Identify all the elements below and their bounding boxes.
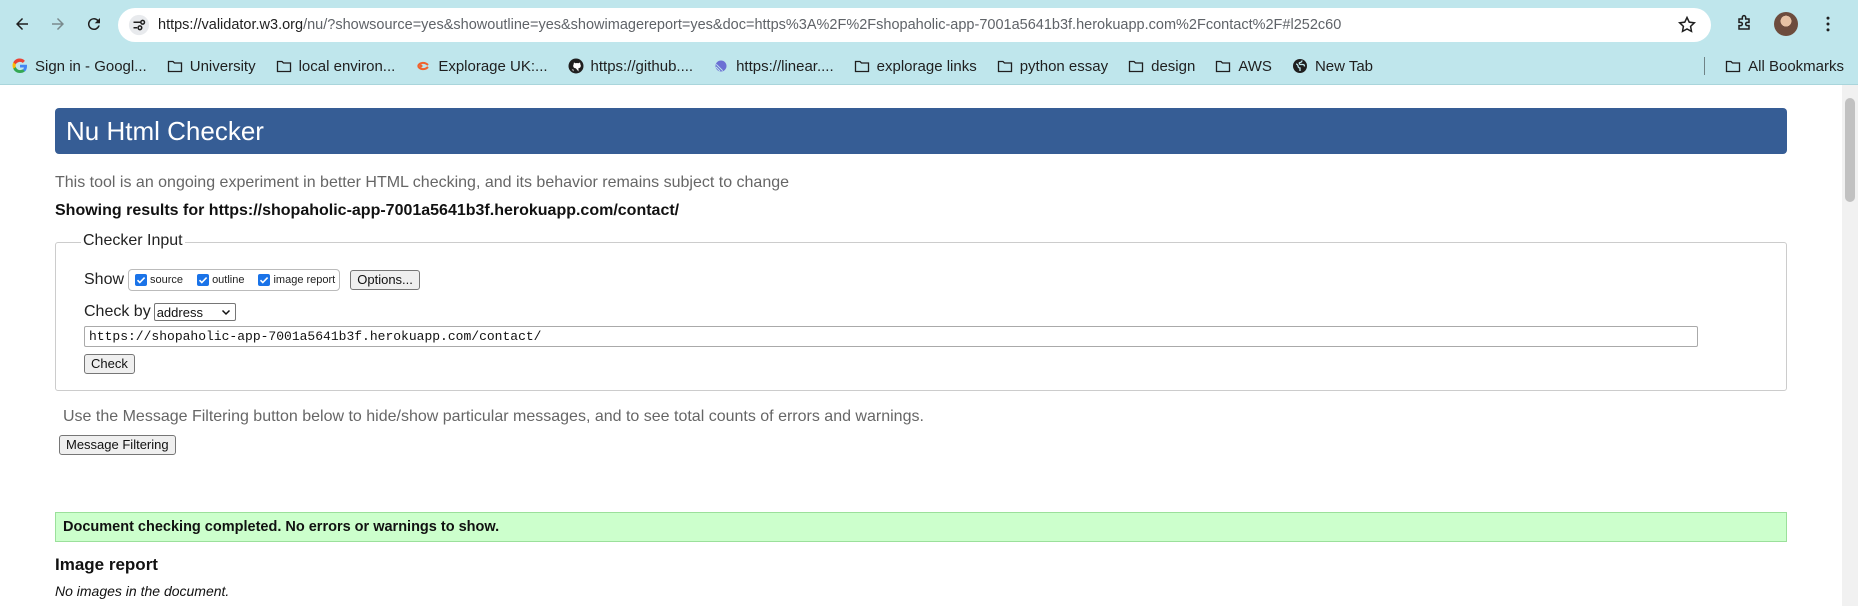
page-content: Nu Html Checker This tool is an ongoing … [0, 85, 1842, 606]
reload-icon [87, 18, 100, 31]
url-text[interactable]: https://validator.w3.org/nu/?showsource=… [158, 17, 1658, 33]
message-filter-note: Use the Message Filtering button below t… [63, 408, 924, 425]
folder-icon [1128, 58, 1144, 74]
message-filtering-button[interactable]: Message Filtering [59, 435, 176, 455]
page-title: Nu Html Checker [55, 108, 1787, 154]
address-bar[interactable]: https://validator.w3.org/nu/?showsource=… [118, 8, 1711, 42]
github-icon [568, 58, 584, 74]
folder-icon [1725, 58, 1741, 74]
document-address-input[interactable]: https://shopaholic-app-7001a5641b3f.hero… [84, 326, 1698, 347]
all-bookmarks-button[interactable]: All Bookmarks [1717, 53, 1852, 79]
check-by-selected-value: address [156, 304, 203, 320]
puzzle-icon [1738, 14, 1750, 30]
options-button[interactable]: Options... [350, 270, 420, 290]
check-by-label: Check by [84, 303, 151, 320]
scrollbar-thumb[interactable] [1845, 98, 1855, 202]
bookmarks-divider [1704, 57, 1706, 75]
profile-button[interactable] [1772, 10, 1800, 38]
checker-input-fieldset [55, 242, 1787, 391]
bookmark-label: https://linear.... [736, 57, 834, 75]
site-settings-icon[interactable] [128, 14, 150, 36]
bookmark-label: Sign in - Googl... [35, 57, 147, 75]
image-report-checkbox[interactable] [258, 274, 271, 286]
bookmark-label: design [1151, 57, 1196, 75]
extensions-button[interactable] [1730, 10, 1758, 38]
check-by-row: Check by address [84, 303, 236, 321]
checkmark-icon [198, 277, 208, 284]
folder-icon [276, 58, 292, 74]
arrow-right-icon [52, 18, 64, 30]
bookmark-folder[interactable]: AWS [1207, 53, 1280, 79]
bookmark-label: https://github.... [590, 57, 694, 75]
folder-icon [997, 58, 1013, 74]
bookmark-folder[interactable]: explorage links [846, 53, 985, 79]
bookmark-label: University [189, 57, 256, 75]
image-report-heading: Image report [55, 555, 158, 574]
bookmark-item[interactable]: New Tab [1284, 53, 1381, 79]
show-options-row: Show source outline image report Options… [84, 269, 420, 291]
bookmark-label: Explorage UK:... [438, 57, 548, 75]
folder-icon [854, 58, 870, 74]
source-checkbox-label[interactable]: source [150, 274, 183, 286]
linear-icon [713, 58, 729, 74]
outline-checkbox[interactable] [197, 274, 210, 286]
bookmark-folder[interactable]: University [159, 53, 264, 79]
check-button[interactable]: Check [84, 354, 135, 374]
outline-checkbox-label[interactable]: outline [212, 274, 244, 286]
url-path: /nu/?showsource=yes&showoutline=yes&show… [303, 17, 1342, 33]
bookmark-item[interactable]: Explorage UK:... [407, 53, 555, 79]
folder-icon [1215, 58, 1231, 74]
globe-icon [1292, 58, 1308, 74]
back-button[interactable] [8, 10, 36, 38]
chevron-down-icon [221, 309, 230, 316]
bookmark-label: local environ... [298, 57, 396, 75]
more-vertical-icon [1826, 16, 1830, 32]
arrow-left-icon [16, 18, 28, 30]
bookmark-label: explorage links [876, 57, 977, 75]
image-report-checkbox-label[interactable]: image report [273, 274, 335, 286]
source-checkbox[interactable] [135, 274, 148, 286]
toolbar-right [1730, 10, 1856, 38]
bookmark-folder[interactable]: design [1120, 53, 1203, 79]
bookmark-item[interactable]: https://github.... [560, 53, 702, 79]
bookmark-folder[interactable]: local environ... [268, 53, 404, 79]
forward-button[interactable] [44, 10, 72, 38]
bookmarks-bar: Sign in - Googl... University local envi… [0, 48, 1858, 85]
bookmark-item[interactable]: Sign in - Googl... [4, 53, 155, 79]
success-message: Document checking completed. No errors o… [55, 512, 1787, 542]
reload-button[interactable] [80, 10, 108, 38]
checker-input-legend: Checker Input [81, 232, 185, 250]
folder-icon [167, 58, 183, 74]
menu-button[interactable] [1814, 10, 1842, 38]
bookmark-label: New Tab [1314, 57, 1374, 75]
explorage-icon [415, 58, 431, 74]
bookmark-item[interactable]: https://linear.... [705, 53, 842, 79]
bookmark-label: python essay [1019, 57, 1109, 75]
browser-toolbar: https://validator.w3.org/nu/?showsource=… [0, 0, 1858, 48]
show-label: Show [84, 271, 125, 288]
bookmark-label: AWS [1238, 57, 1272, 75]
google-icon [12, 58, 28, 74]
show-checkbox-group: source outline image report [128, 269, 341, 291]
intro-text: This tool is an ongoing experiment in be… [55, 174, 790, 191]
no-images-text: No images in the document. [55, 583, 230, 599]
url-host: https://validator.w3.org [158, 17, 304, 33]
bookmark-star-icon[interactable] [1677, 15, 1697, 35]
avatar [1774, 12, 1798, 36]
check-by-select[interactable]: address [153, 303, 236, 321]
checkmark-icon [136, 277, 146, 284]
checkmark-icon [260, 277, 269, 284]
all-bookmarks-label: All Bookmarks [1748, 57, 1844, 75]
bookmark-folder[interactable]: python essay [989, 53, 1116, 79]
results-heading: Showing results for https://shopaholic-a… [55, 202, 680, 219]
